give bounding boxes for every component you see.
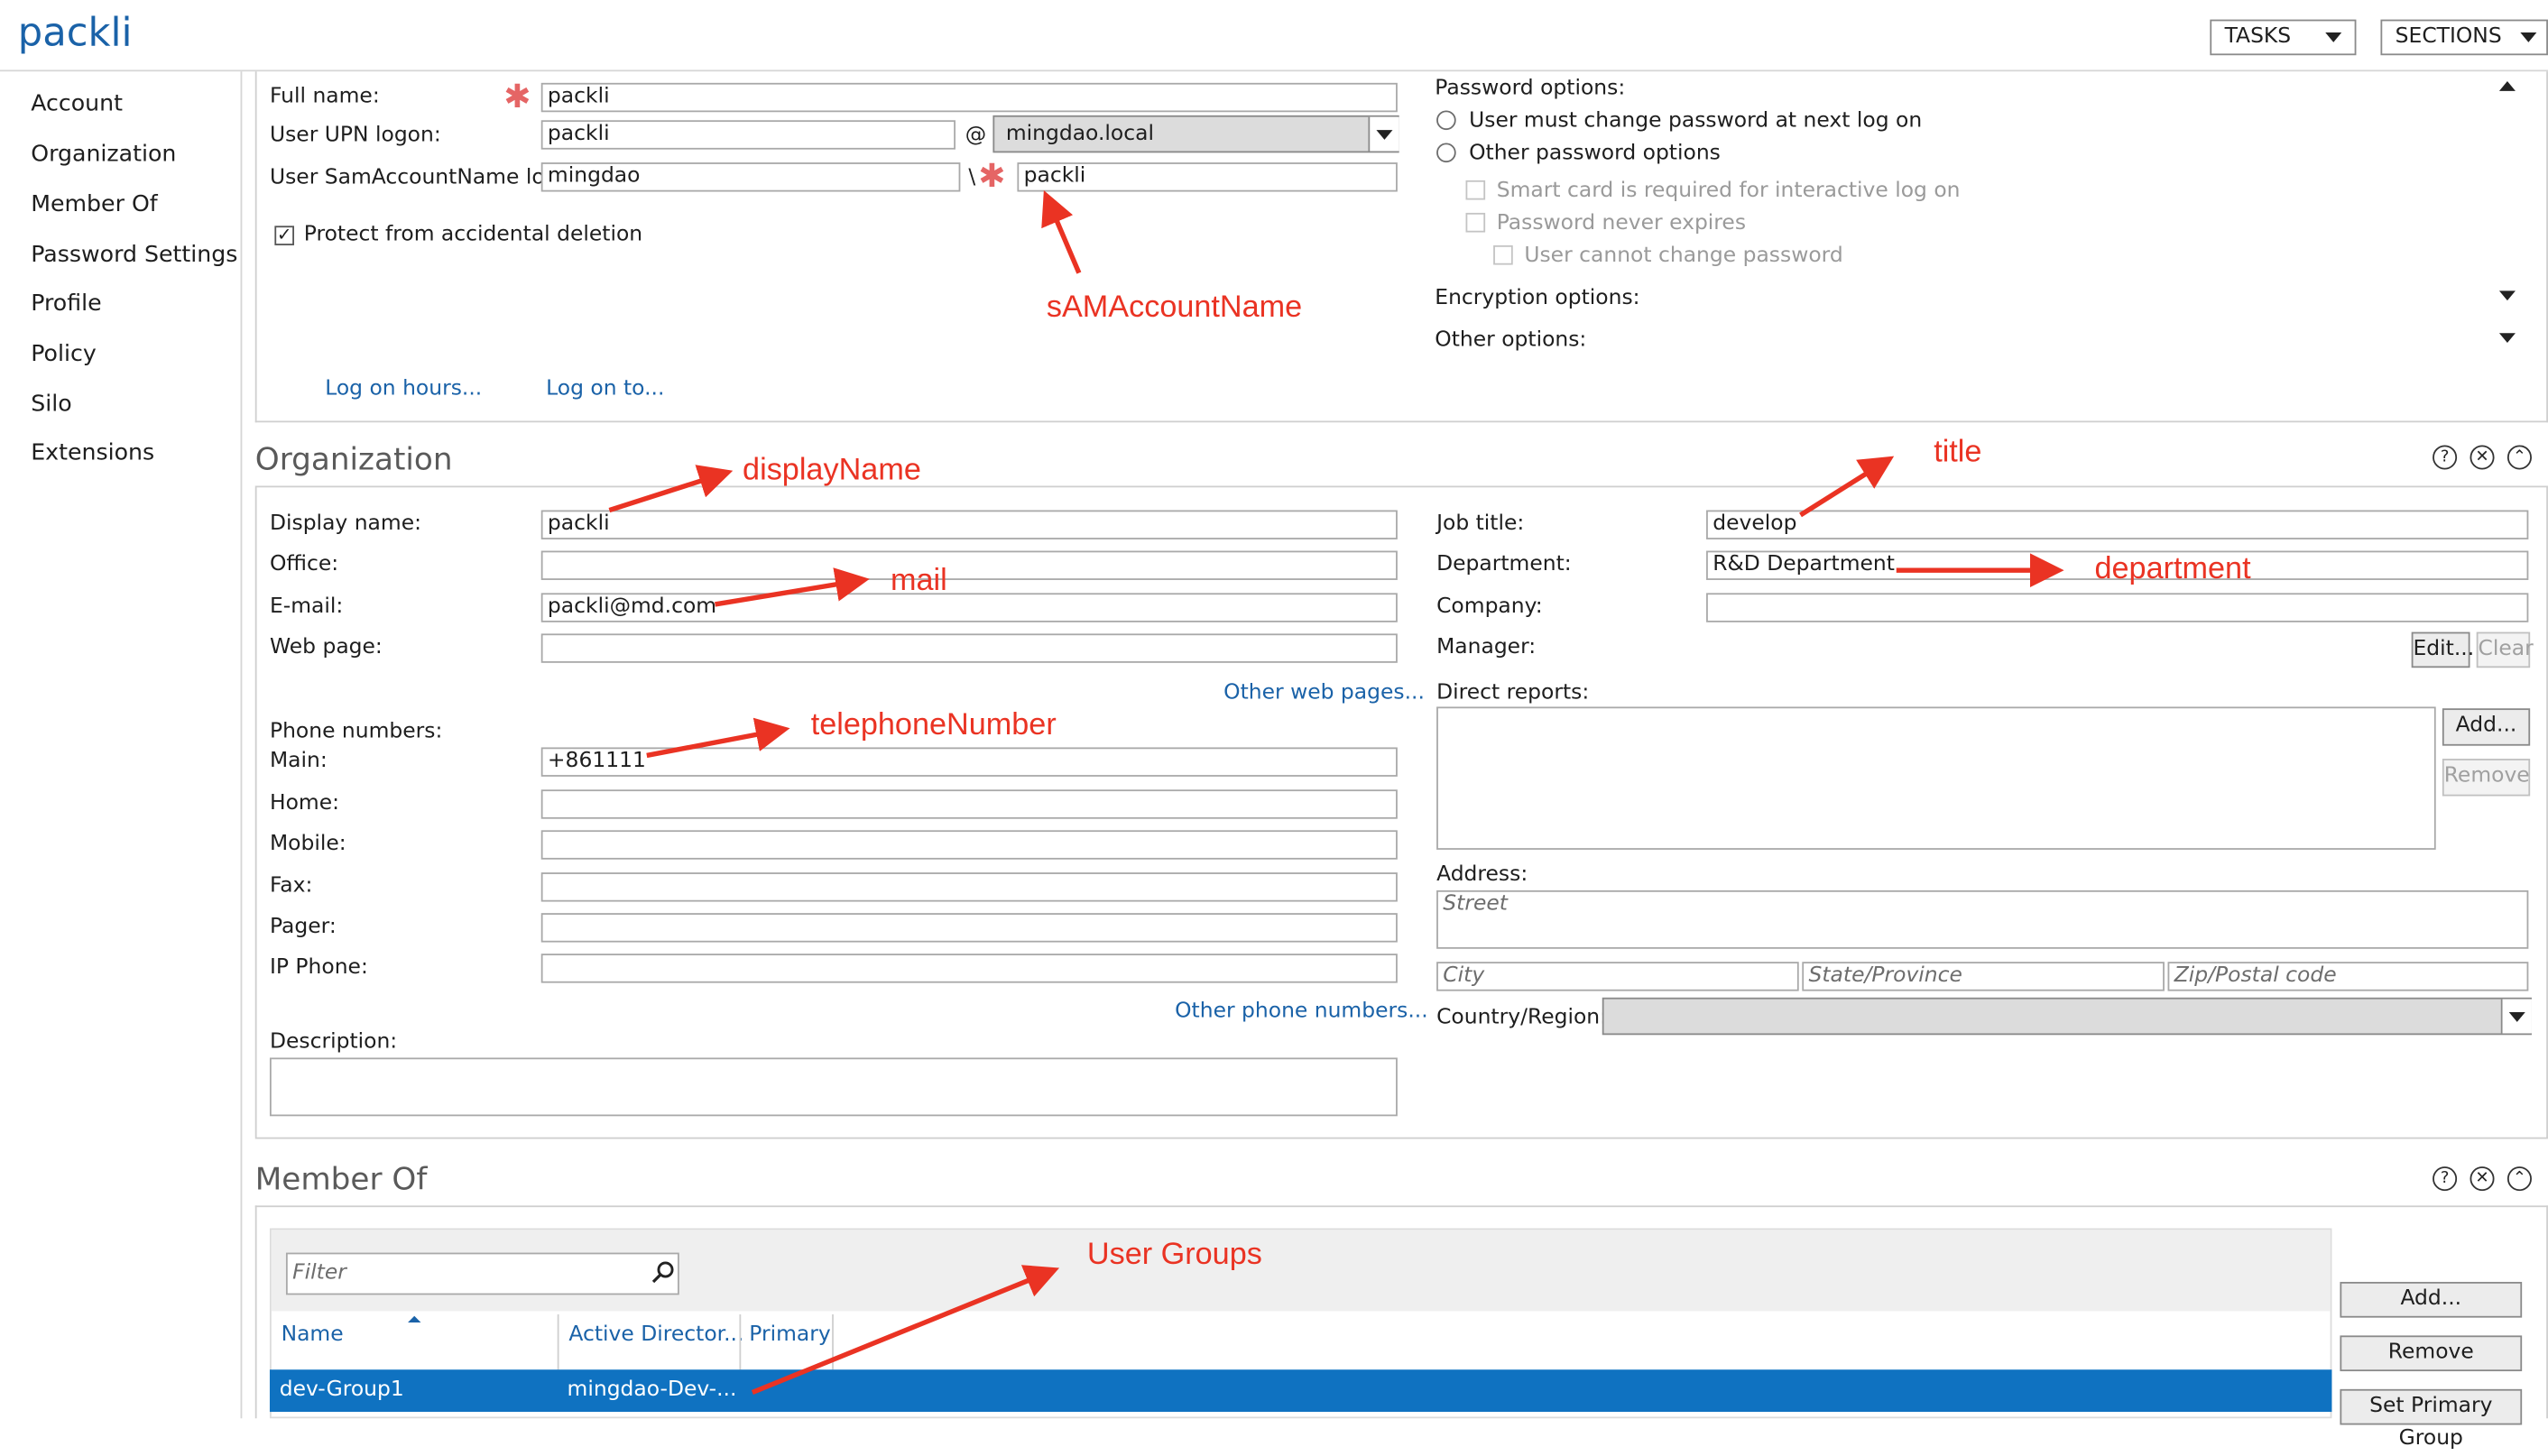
annotation-arrow-user-groups <box>751 1265 1060 1395</box>
annotation-mail: mail <box>890 563 947 598</box>
annotation-telephone: telephoneNumber <box>810 708 1057 743</box>
annotation-sam: sAMAccountName <box>1046 290 1303 326</box>
annotation-arrow-telephone <box>646 717 790 759</box>
annotation-arrow-sam <box>1041 189 1082 274</box>
annotation-arrow-displayname <box>608 465 734 513</box>
annotation-title: title <box>1934 435 1982 470</box>
annotation-arrow-title <box>1799 456 1895 518</box>
annotation-display-name: displayName <box>743 453 921 488</box>
annotation-department: department <box>2094 552 2251 587</box>
annotation-arrow-mail <box>715 567 870 607</box>
ad-user-properties-window: packli TASKS SECTIONS Account Organizati… <box>0 0 2548 1451</box>
annotation-arrows <box>608 189 2064 1395</box>
annotation-user-groups: User Groups <box>1086 1238 1262 1273</box>
